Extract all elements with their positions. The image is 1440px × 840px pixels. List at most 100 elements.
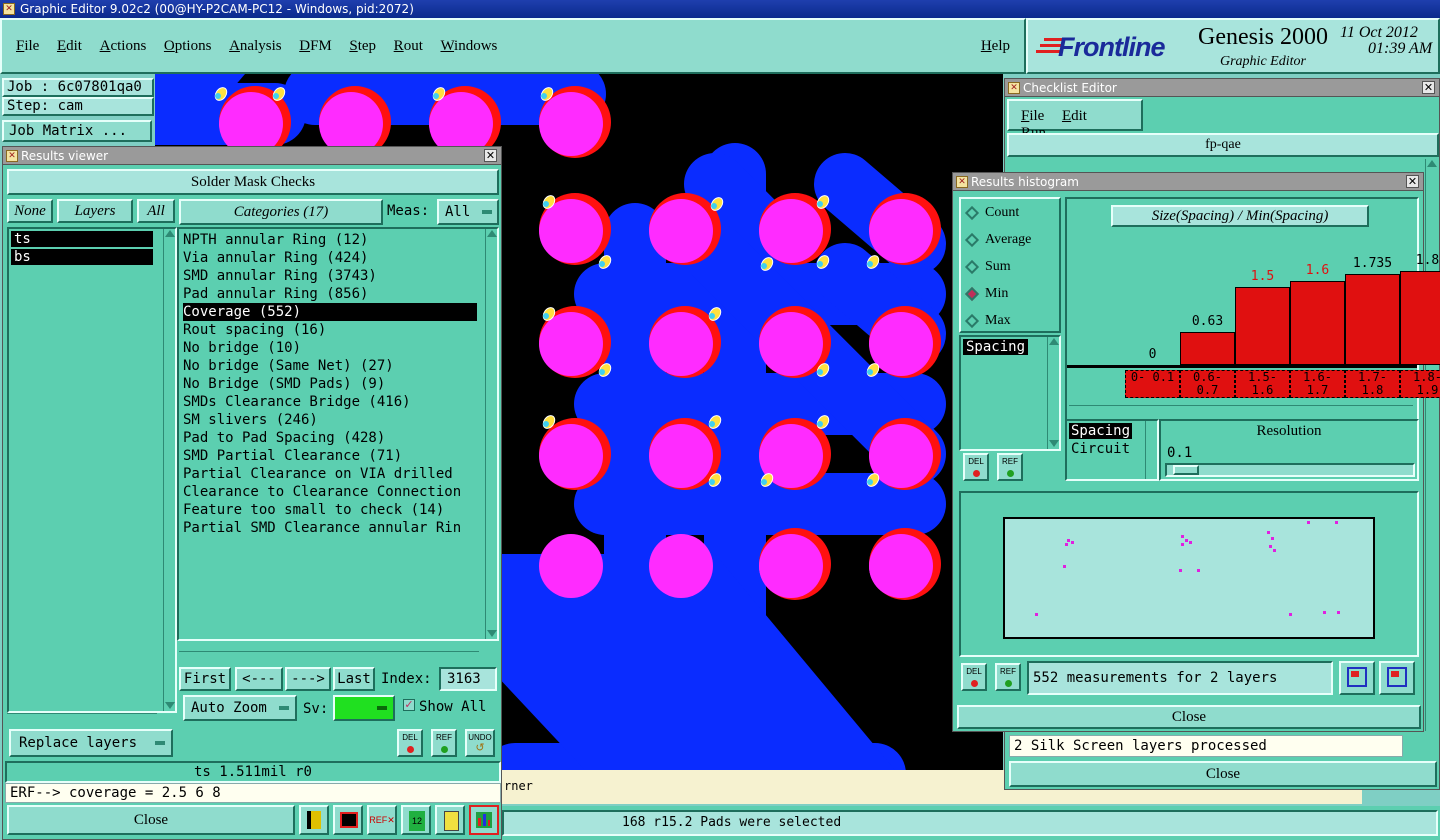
zoom-home-button[interactable] xyxy=(1379,661,1415,695)
histogram-bar[interactable] xyxy=(1290,281,1345,365)
menu-step[interactable]: Step xyxy=(349,38,376,55)
categories-scrollbar[interactable] xyxy=(485,229,497,639)
index-input[interactable]: 3163 xyxy=(439,667,497,691)
menu-windows[interactable]: Windows xyxy=(440,38,497,55)
menu-edit[interactable]: Edit xyxy=(57,38,82,55)
checklist-scrollbar[interactable] xyxy=(1425,159,1437,731)
categories-button[interactable]: Categories (17) xyxy=(179,199,383,225)
mode-average-radio[interactable]: Average xyxy=(964,232,1031,248)
category-item[interactable]: Partial SMD Clearance annular Rin xyxy=(183,519,477,537)
layers-list[interactable]: ts bs xyxy=(7,227,177,713)
x-attribute-list[interactable]: Spacing Circuit xyxy=(1065,419,1159,481)
category-item[interactable]: Via annular Ring (424) xyxy=(183,249,477,267)
layers-all-button[interactable]: All xyxy=(137,199,175,223)
menu-options[interactable]: Options xyxy=(164,38,212,55)
close-icon[interactable]: ✕ xyxy=(1406,175,1419,188)
mode-count-radio[interactable]: Count xyxy=(964,205,1019,221)
histogram-bin-label[interactable]: 1.6- 1.7 xyxy=(1290,370,1345,398)
severity-select[interactable] xyxy=(333,695,395,721)
category-item[interactable]: Partial Clearance on VIA drilled xyxy=(183,465,477,483)
histogram-close-button[interactable]: Close xyxy=(957,705,1421,729)
results-viewer-close-button[interactable]: Close xyxy=(7,805,295,835)
layer-item-ts[interactable]: ts xyxy=(11,231,153,247)
job-matrix-button[interactable]: Job Matrix ... xyxy=(2,120,152,142)
preview-ref-button[interactable]: REF xyxy=(995,663,1021,691)
prev-button[interactable]: <--- xyxy=(235,667,283,691)
categories-hscrollbar[interactable] xyxy=(179,651,479,663)
histogram-bin-label[interactable]: 1.7- 1.8 xyxy=(1345,370,1400,398)
menu-file[interactable]: File xyxy=(16,38,39,55)
x-attribute-scrollbar[interactable] xyxy=(1145,421,1157,479)
category-item[interactable]: No bridge (Same Net) (27) xyxy=(183,357,477,375)
tool-icon-3[interactable]: REF✕ xyxy=(367,805,397,835)
zoom-to-result-button[interactable] xyxy=(1339,661,1375,695)
histogram-bar[interactable] xyxy=(1235,287,1290,365)
histogram-bar[interactable] xyxy=(1400,271,1440,365)
first-button[interactable]: First xyxy=(179,667,231,691)
ref-button[interactable]: REF xyxy=(431,729,457,757)
histogram-bin-label[interactable]: 1.5- 1.6 xyxy=(1235,370,1290,398)
category-item[interactable]: SMD Partial Clearance (71) xyxy=(183,447,477,465)
x-attr-circuit[interactable]: Circuit xyxy=(1071,441,1130,457)
attribute-list[interactable]: Spacing xyxy=(959,335,1061,451)
category-item[interactable]: Clearance to Clearance Connection xyxy=(183,483,477,501)
category-item[interactable]: No Bridge (SMD Pads) (9) xyxy=(183,375,477,393)
category-item[interactable]: No bridge (10) xyxy=(183,339,477,357)
layers-scrollbar[interactable] xyxy=(163,229,175,711)
histogram-hscrollbar[interactable] xyxy=(1069,405,1413,417)
layers-toggle-button[interactable]: Layers xyxy=(57,199,133,223)
categories-list[interactable]: NPTH annular Ring (12) Via annular Ring (… xyxy=(177,227,499,641)
preview-map[interactable] xyxy=(1003,517,1375,639)
checklist-menu-edit[interactable]: Edit xyxy=(1062,108,1087,125)
attribute-item-spacing[interactable]: Spacing xyxy=(963,339,1029,355)
category-item[interactable]: Coverage (552) xyxy=(183,303,477,321)
tool-icon-1[interactable] xyxy=(299,805,329,835)
category-item[interactable]: Feature too small to check (14) xyxy=(183,501,477,519)
checklist-close-button[interactable]: Close xyxy=(1009,761,1437,787)
category-item[interactable]: SMD annular Ring (3743) xyxy=(183,267,477,285)
close-icon[interactable]: ✕ xyxy=(1422,81,1435,94)
last-button[interactable]: Last xyxy=(333,667,375,691)
layers-none-button[interactable]: None xyxy=(7,199,53,223)
histogram-bar[interactable] xyxy=(1345,274,1400,365)
category-item[interactable]: Pad to Pad Spacing (428) xyxy=(183,429,477,447)
tool-icon-4[interactable]: 12 xyxy=(401,805,431,835)
histogram-bin-label[interactable]: 0- 0.1 xyxy=(1125,370,1180,398)
menu-analysis[interactable]: Analysis xyxy=(229,38,282,55)
category-item[interactable]: SMDs Clearance Bridge (416) xyxy=(183,393,477,411)
hist-ref-button[interactable]: REF xyxy=(997,453,1023,481)
histogram-bin-label[interactable]: 1.8- 1.9 xyxy=(1400,370,1440,398)
meas-select[interactable]: All xyxy=(437,199,499,225)
menu-actions[interactable]: Actions xyxy=(100,38,147,55)
checklist-menu-file[interactable]: File xyxy=(1021,108,1044,125)
show-all-checkbox[interactable]: ✓ xyxy=(403,699,415,711)
next-button[interactable]: ---> xyxy=(285,667,331,691)
histogram-bar[interactable] xyxy=(1180,332,1235,365)
slider-handle[interactable] xyxy=(1173,465,1199,475)
menu-dfm[interactable]: DFM xyxy=(299,38,332,55)
hist-del-button[interactable]: DEL xyxy=(963,453,989,481)
category-item[interactable]: NPTH annular Ring (12) xyxy=(183,231,477,249)
histogram-bin-label[interactable]: 0.6- 0.7 xyxy=(1180,370,1235,398)
category-item[interactable]: Pad annular Ring (856) xyxy=(183,285,477,303)
resolution-slider[interactable] xyxy=(1165,463,1415,477)
attribute-scrollbar[interactable] xyxy=(1047,337,1059,449)
menu-help[interactable]: Help xyxy=(981,38,1010,55)
undo-button[interactable]: UNDO ↺ xyxy=(465,729,495,757)
tool-icon-6[interactable] xyxy=(469,805,499,835)
menu-rout[interactable]: Rout xyxy=(394,38,423,55)
layers-hscrollbar[interactable] xyxy=(7,713,157,725)
mode-min-radio[interactable]: Min xyxy=(964,286,1008,302)
tool-icon-2[interactable] xyxy=(333,805,363,835)
x-attr-spacing[interactable]: Spacing xyxy=(1069,423,1133,439)
category-item[interactable]: Rout spacing (16) xyxy=(183,321,477,339)
category-item[interactable]: SM slivers (246) xyxy=(183,411,477,429)
mode-sum-radio[interactable]: Sum xyxy=(964,259,1011,275)
tool-icon-5[interactable] xyxy=(435,805,465,835)
auto-zoom-select[interactable]: Auto Zoom xyxy=(183,695,297,721)
replace-layers-select[interactable]: Replace layers xyxy=(9,729,173,757)
mode-max-radio[interactable]: Max xyxy=(964,313,1011,329)
layer-item-bs[interactable]: bs xyxy=(11,249,153,265)
preview-del-button[interactable]: DEL xyxy=(961,663,987,691)
close-icon[interactable]: ✕ xyxy=(484,149,497,162)
